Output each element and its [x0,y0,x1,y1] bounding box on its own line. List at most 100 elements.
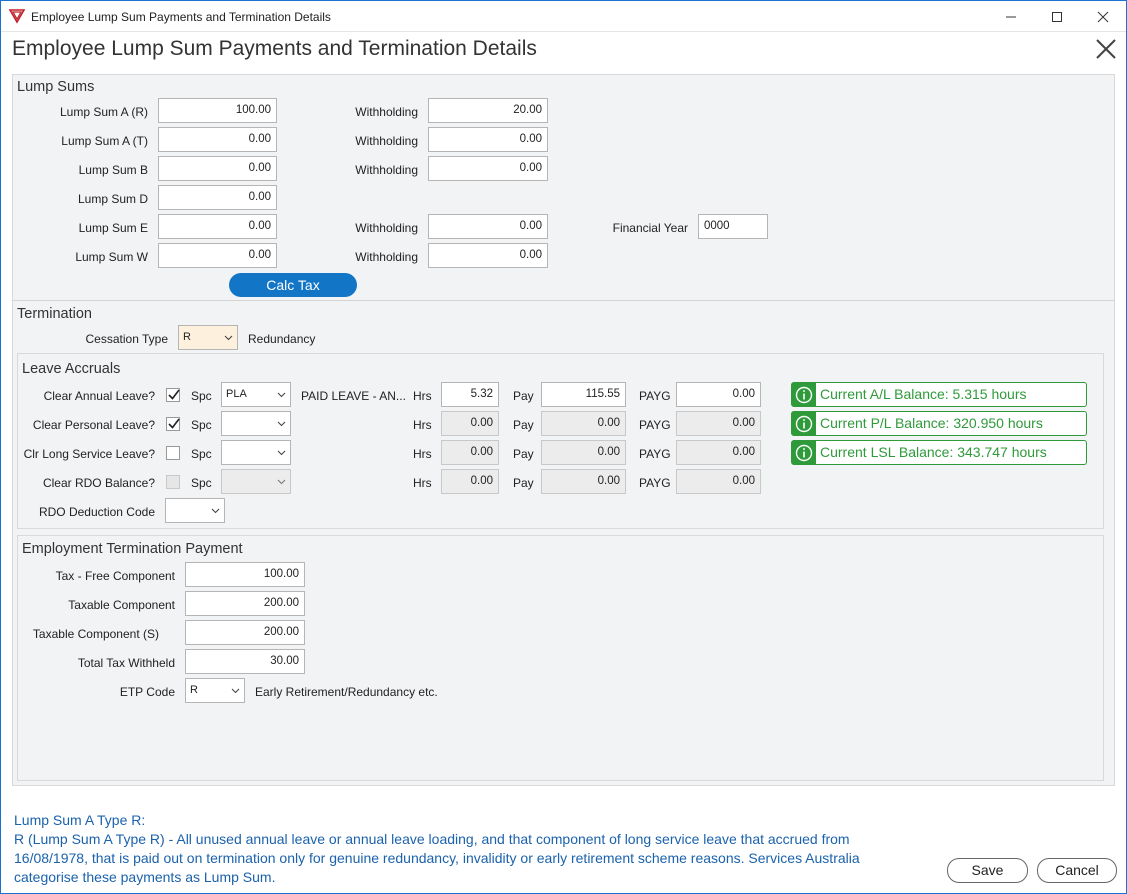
chevron-down-icon [277,421,286,427]
section-divider [13,300,1115,301]
clear-long-service-leave-checkbox[interactable] [166,446,180,460]
total-tax-withheld-label: Total Tax Withheld [77,656,175,670]
long-service-leave-hrs-input[interactable]: 0.00 [441,440,499,465]
payg-label: PAYG [639,418,671,432]
minimize-icon[interactable] [988,1,1034,32]
hrs-label: Hrs [413,389,432,403]
withholding-label: Withholding [355,105,418,119]
financial-year-label: Financial Year [612,221,688,235]
withholding-label: Withholding [355,163,418,177]
chevron-down-icon [224,335,233,341]
withholding-b-input[interactable]: 0.00 [428,156,548,181]
cessation-type-label: Cessation Type [85,332,169,346]
etp-code-value: R [190,684,198,696]
checkmark-icon [168,418,180,429]
chevron-down-icon [211,508,220,514]
lump-sum-a-r-input[interactable]: 100.00 [158,98,277,123]
annual-leave-payg-input[interactable]: 0.00 [676,382,761,407]
withholding-w-input[interactable]: 0.00 [428,243,548,268]
window-title: Employee Lump Sum Payments and Terminati… [31,10,331,24]
annual-leave-balance-text: Current A/L Balance: 5.315 hours [820,386,1027,402]
financial-year-input[interactable]: 0000 [698,214,768,239]
long-service-leave-payg-input[interactable]: 0.00 [676,440,761,465]
rdo-payg-input[interactable]: 0.00 [676,469,761,494]
personal-leave-spc-select[interactable] [221,411,291,436]
clear-long-service-leave-label: Clr Long Service Leave? [23,447,155,461]
clear-rdo-balance-checkbox[interactable] [166,475,180,489]
taxable-component-s-label: Taxable Component (S) [32,627,159,641]
rdo-spc-select[interactable] [221,469,291,494]
termination-heading: Termination [17,306,92,322]
lump-sum-e-input[interactable]: 0.00 [158,214,277,239]
lump-sum-w-input[interactable]: 0.00 [158,243,277,268]
taxable-component-s-input[interactable]: 200.00 [185,620,305,645]
etp-code-select[interactable]: R [185,678,245,703]
withholding-e-input[interactable]: 0.00 [428,214,548,239]
clear-personal-leave-checkbox[interactable] [166,417,180,431]
personal-leave-payg-input[interactable]: 0.00 [676,411,761,436]
withholding-a-t-input[interactable]: 0.00 [428,127,548,152]
help-body: R (Lump Sum A Type R) - All unused annua… [14,831,860,885]
rdo-hrs-input[interactable]: 0.00 [441,469,499,494]
hrs-label: Hrs [413,447,432,461]
page-title: Employee Lump Sum Payments and Terminati… [12,37,537,60]
chevron-down-icon [277,479,286,485]
tax-free-component-label: Tax - Free Component [55,569,175,583]
help-heading: Lump Sum A Type R: [14,812,146,828]
withholding-a-r-input[interactable]: 20.00 [428,98,548,123]
personal-leave-balance-badge: Current P/L Balance: 320.950 hours [791,411,1087,436]
annual-leave-hrs-input[interactable]: 5.32 [441,382,499,407]
title-bar: Employee Lump Sum Payments and Terminati… [1,1,1126,32]
etp-code-description: Early Retirement/Redundancy etc. [255,685,438,699]
personal-leave-hrs-input[interactable]: 0.00 [441,411,499,436]
save-button[interactable]: Save [947,858,1028,883]
lump-sum-a-t-input[interactable]: 0.00 [158,127,277,152]
clear-annual-leave-label: Clear Annual Leave? [43,389,155,403]
annual-leave-spc-value: PLA [226,388,247,400]
pay-label: Pay [513,447,534,461]
pay-label: Pay [513,476,534,490]
chevron-down-icon [231,688,240,694]
annual-leave-spc-select[interactable]: PLA [221,382,291,407]
personal-leave-balance-text: Current P/L Balance: 320.950 hours [820,415,1043,431]
hrs-label: Hrs [413,418,432,432]
calc-tax-button[interactable]: Calc Tax [229,273,357,297]
total-tax-withheld-input[interactable]: 30.00 [185,649,305,674]
lump-sums-heading: Lump Sums [17,79,95,95]
app-logo-icon [9,9,25,24]
payg-label: PAYG [639,447,671,461]
payg-label: PAYG [639,389,671,403]
annual-leave-spc-description: PAID LEAVE - AN... [301,389,406,403]
annual-leave-pay-input[interactable]: 115.55 [541,382,626,407]
window-close-icon[interactable] [1080,1,1126,32]
taxable-component-label: Taxable Component [68,598,175,612]
spc-label: Spc [191,389,212,403]
lump-sum-d-input[interactable]: 0.00 [158,185,277,210]
clear-annual-leave-checkbox[interactable] [166,388,180,402]
chevron-down-icon [277,392,286,398]
rdo-pay-input[interactable]: 0.00 [541,469,626,494]
lump-sum-b-label: Lump Sum B [78,163,148,177]
info-icon [792,383,816,406]
pay-label: Pay [513,389,534,403]
lump-sum-b-input[interactable]: 0.00 [158,156,277,181]
maximize-icon[interactable] [1034,1,1080,32]
tax-free-component-input[interactable]: 100.00 [185,562,305,587]
help-text: Lump Sum A Type R: R (Lump Sum A Type R)… [14,811,914,887]
personal-leave-pay-input[interactable]: 0.00 [541,411,626,436]
close-icon[interactable] [1094,37,1118,61]
clear-personal-leave-label: Clear Personal Leave? [32,418,155,432]
dialog-window: Employee Lump Sum Payments and Terminati… [0,0,1127,894]
long-service-leave-pay-input[interactable]: 0.00 [541,440,626,465]
cessation-type-select[interactable]: R [178,325,238,350]
taxable-component-input[interactable]: 200.00 [185,591,305,616]
withholding-label: Withholding [355,250,418,264]
cancel-button[interactable]: Cancel [1037,858,1117,883]
hrs-label: Hrs [413,476,432,490]
lump-sum-e-label: Lump Sum E [78,221,148,235]
long-service-leave-spc-select[interactable] [221,440,291,465]
chevron-down-icon [277,450,286,456]
withholding-label: Withholding [355,221,418,235]
rdo-deduction-code-select[interactable] [165,498,225,523]
long-service-leave-balance-badge: Current LSL Balance: 343.747 hours [791,440,1087,465]
